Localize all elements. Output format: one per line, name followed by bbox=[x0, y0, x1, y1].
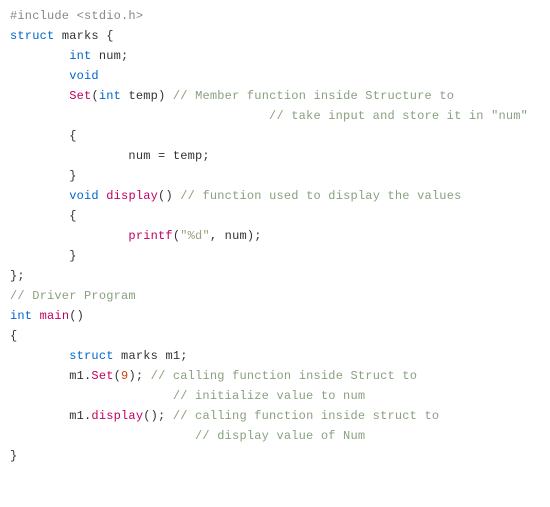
token-cmt: // Member function inside Structure to bbox=[173, 89, 454, 103]
token-cmt: // calling function inside struct to bbox=[173, 409, 439, 423]
token-text: { bbox=[10, 329, 17, 343]
token-text bbox=[10, 109, 269, 123]
token-text bbox=[10, 389, 173, 403]
token-kw: int bbox=[99, 89, 121, 103]
code-line: // display value of Num bbox=[10, 426, 540, 446]
code-line: struct marks { bbox=[10, 26, 540, 46]
token-text: temp) bbox=[121, 89, 173, 103]
token-text bbox=[10, 189, 69, 203]
token-text bbox=[10, 49, 69, 63]
code-line: int main() bbox=[10, 306, 540, 326]
token-cmt: // initialize value to num bbox=[173, 389, 365, 403]
token-fn: Set bbox=[91, 369, 113, 383]
code-line: // Driver Program bbox=[10, 286, 540, 306]
token-text bbox=[10, 89, 69, 103]
code-line: } bbox=[10, 166, 540, 186]
token-text: ); bbox=[128, 369, 150, 383]
token-fn: main bbox=[40, 309, 70, 323]
token-fn: display bbox=[106, 189, 158, 203]
token-cmt: // calling function inside Struct to bbox=[151, 369, 417, 383]
code-line: }; bbox=[10, 266, 540, 286]
token-text bbox=[32, 309, 39, 323]
token-text: num = temp; bbox=[10, 149, 210, 163]
code-line: void display() // function used to displ… bbox=[10, 186, 540, 206]
token-text: { bbox=[10, 209, 77, 223]
token-text: () bbox=[69, 309, 84, 323]
code-line: void bbox=[10, 66, 540, 86]
token-text: }; bbox=[10, 269, 25, 283]
token-text: } bbox=[10, 249, 77, 263]
token-cmt: // Driver Program bbox=[10, 289, 136, 303]
token-pp: <stdio.h> bbox=[77, 9, 144, 23]
token-text: marks { bbox=[54, 29, 113, 43]
token-text: () bbox=[158, 189, 180, 203]
code-line: #include <stdio.h> bbox=[10, 6, 540, 26]
token-kw: int bbox=[10, 309, 32, 323]
token-text: marks m1; bbox=[114, 349, 188, 363]
token-cmt: // take input and store it in "num" bbox=[269, 109, 528, 123]
code-line: m1.Set(9); // calling function inside St… bbox=[10, 366, 540, 386]
code-line: m1.display(); // calling function inside… bbox=[10, 406, 540, 426]
token-text: { bbox=[10, 129, 77, 143]
code-line: } bbox=[10, 446, 540, 466]
token-text: m1. bbox=[10, 409, 91, 423]
token-text: ( bbox=[114, 369, 121, 383]
code-line: Set(int temp) // Member function inside … bbox=[10, 86, 540, 106]
token-text: ( bbox=[91, 89, 98, 103]
token-fn: printf bbox=[128, 229, 172, 243]
code-line: num = temp; bbox=[10, 146, 540, 166]
token-str: "%d" bbox=[180, 229, 210, 243]
code-line: { bbox=[10, 326, 540, 346]
token-pp: #include bbox=[10, 9, 69, 23]
code-line: // initialize value to num bbox=[10, 386, 540, 406]
code-line: // take input and store it in "num" bbox=[10, 106, 540, 126]
token-text bbox=[10, 429, 195, 443]
token-kw: struct bbox=[69, 349, 113, 363]
token-text: } bbox=[10, 449, 17, 463]
token-text: (); bbox=[143, 409, 173, 423]
token-fn: display bbox=[91, 409, 143, 423]
token-text: , num); bbox=[210, 229, 262, 243]
token-kw: void bbox=[69, 189, 99, 203]
token-cmt: // function used to display the values bbox=[180, 189, 461, 203]
code-block: #include <stdio.h>struct marks { int num… bbox=[0, 0, 550, 472]
token-kw: struct bbox=[10, 29, 54, 43]
token-text bbox=[69, 9, 76, 23]
token-text bbox=[10, 349, 69, 363]
token-kw: void bbox=[69, 69, 99, 83]
code-line: } bbox=[10, 246, 540, 266]
token-text bbox=[10, 69, 69, 83]
token-cmt: // display value of Num bbox=[195, 429, 365, 443]
token-text bbox=[10, 229, 128, 243]
token-text: num; bbox=[91, 49, 128, 63]
token-text: m1. bbox=[10, 369, 91, 383]
code-line: { bbox=[10, 206, 540, 226]
code-line: struct marks m1; bbox=[10, 346, 540, 366]
code-line: { bbox=[10, 126, 540, 146]
token-fn: Set bbox=[69, 89, 91, 103]
code-line: printf("%d", num); bbox=[10, 226, 540, 246]
code-line: int num; bbox=[10, 46, 540, 66]
token-kw: int bbox=[69, 49, 91, 63]
token-text: } bbox=[10, 169, 77, 183]
